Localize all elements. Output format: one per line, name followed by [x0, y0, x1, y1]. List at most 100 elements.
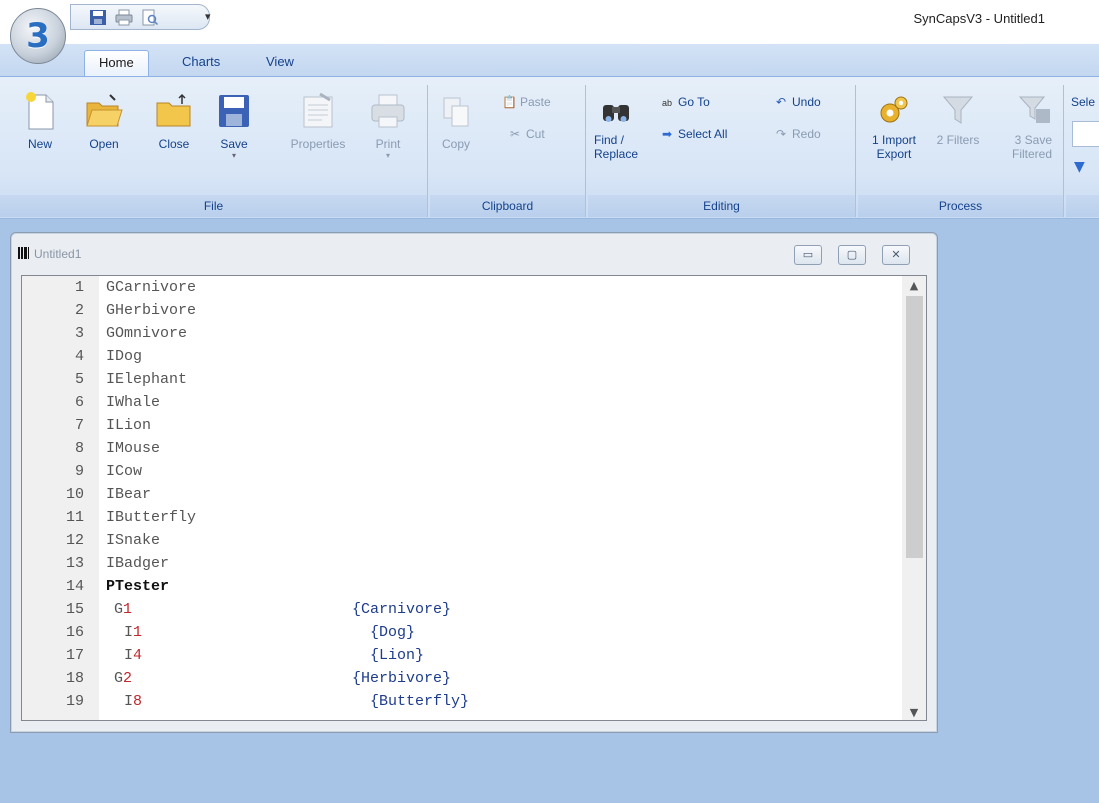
process-group-label: Process: [858, 195, 1063, 217]
vertical-scrollbar[interactable]: ▲ ▼: [902, 276, 926, 720]
editor-line: 9 ICow: [22, 460, 902, 483]
print-dropdown-arrow[interactable]: ▾: [362, 151, 414, 160]
select-label-partial: Sele: [1071, 95, 1096, 109]
line-text: PTester: [106, 578, 170, 595]
editor-line-partial: [22, 713, 902, 719]
export-label: Export: [876, 147, 912, 161]
copy-label: Copy: [441, 137, 470, 151]
reference-comment: {Dog}: [370, 624, 416, 641]
editor-line: 18 G2 {Herbivore}: [22, 667, 902, 690]
line-number: 19: [65, 693, 84, 710]
find-label: Find /: [594, 133, 625, 147]
line-text: IElephant: [106, 371, 188, 388]
editor-line: 19 I8 {Butterfly}: [22, 690, 902, 713]
import-label: 1 Import: [871, 133, 916, 147]
reference-prefix: I: [124, 647, 134, 664]
save-filtered-label-1: 3 Save: [1014, 133, 1052, 147]
editor-line: 6 IWhale: [22, 391, 902, 414]
filter-icon[interactable]: ▼: [1074, 159, 1085, 175]
reference-prefix: I: [124, 624, 134, 641]
print-label: Print: [375, 137, 401, 151]
line-number: 9: [74, 463, 84, 480]
tab-home[interactable]: Home: [84, 50, 149, 76]
close-label: Close: [158, 137, 190, 151]
reference-prefix: I: [124, 693, 134, 710]
line-number: 12: [65, 532, 84, 549]
ribbon: New Open Close Save ▾ Properties Print ▾…: [0, 76, 1099, 219]
undo-icon: ↶: [775, 95, 787, 109]
line-text: IMouse: [106, 440, 161, 457]
reference-comment: {Herbivore}: [352, 670, 452, 687]
redo-button[interactable]: ↷ Redo: [774, 127, 821, 141]
editor-line: 17 I4 {Lion}: [22, 644, 902, 667]
close-button[interactable]: Close: [146, 91, 202, 151]
document-title: Untitled1: [17, 246, 81, 261]
scroll-up-arrow[interactable]: ▲: [902, 279, 926, 292]
copy-button[interactable]: Copy: [436, 95, 476, 151]
reference-number: 4: [133, 647, 143, 664]
application-menu-button[interactable]: 3: [10, 8, 66, 64]
tab-charts[interactable]: Charts: [168, 50, 234, 76]
line-number: 2: [74, 302, 84, 319]
line-reference: I4: [124, 644, 142, 667]
code-editor[interactable]: 1 GCarnivore 2 GHerbivore 3 GOmnivore 4 IDog 5 IE…: [21, 275, 927, 721]
properties-button[interactable]: Properties: [276, 91, 360, 151]
line-reference: I8: [124, 690, 142, 713]
close-window-button[interactable]: ✕: [882, 245, 910, 265]
undo-button[interactable]: ↶ Undo: [774, 95, 821, 109]
ribbon-tab-bar: Home Charts View: [0, 44, 1099, 76]
cut-button[interactable]: ✂ Cut: [508, 127, 545, 141]
line-text: GOmnivore: [106, 325, 188, 342]
document-icon: [18, 247, 29, 259]
find-replace-button[interactable]: Find / Replace: [594, 95, 654, 161]
new-button[interactable]: New: [14, 91, 66, 151]
line-text: IBear: [106, 486, 152, 503]
scrollbar-thumb[interactable]: [906, 296, 923, 558]
minimize-button[interactable]: ▭: [794, 245, 822, 265]
line-number: 7: [74, 417, 84, 434]
line-number: 4: [74, 348, 84, 365]
editor-line: 11 IButterfly: [22, 506, 902, 529]
filters-label: 2 Filters: [936, 133, 980, 147]
reference-comment: {Butterfly}: [370, 693, 470, 710]
reference-prefix: G: [114, 670, 124, 687]
paste-label: Paste: [520, 95, 551, 109]
tab-view[interactable]: View: [252, 50, 308, 76]
maximize-button[interactable]: ▢: [838, 245, 866, 265]
line-text: IBadger: [106, 555, 170, 572]
editor-line: 12 ISnake: [22, 529, 902, 552]
redo-icon: ↷: [775, 127, 787, 141]
line-reference: I1: [124, 621, 142, 644]
cut-label: Cut: [526, 127, 545, 141]
paste-icon: 📋: [502, 95, 517, 109]
save-filtered-button[interactable]: 3 Save Filtered: [992, 93, 1052, 161]
reference-prefix: G: [114, 601, 124, 618]
open-label: Open: [89, 137, 119, 151]
window-title: SynCapsV3 - Untitled1: [913, 11, 1045, 26]
document-window: Untitled1 ▭ ▢ ✕ 1 GCarnivore 2 GHerbivore 3 G…: [10, 232, 938, 733]
filters-button[interactable]: 2 Filters: [928, 93, 988, 147]
file-group: New Open Close Save ▾ Properties Print ▾…: [0, 85, 428, 217]
line-text: GCarnivore: [106, 279, 197, 296]
save-dropdown-arrow[interactable]: ▾: [208, 151, 260, 160]
import-export-button[interactable]: 1 Import Export: [864, 93, 924, 161]
scroll-down-arrow[interactable]: ▼: [902, 706, 926, 719]
save-button[interactable]: Save ▾: [208, 91, 260, 160]
line-number: 15: [65, 601, 84, 618]
open-button[interactable]: Open: [76, 91, 132, 151]
file-group-label: File: [0, 195, 427, 217]
print-button[interactable]: Print ▾: [362, 91, 414, 160]
line-text: IButterfly: [106, 509, 197, 526]
goto-button[interactable]: ab Go To: [660, 95, 710, 109]
paste-button[interactable]: 📋 Paste: [502, 95, 551, 109]
line-number: 10: [65, 486, 84, 503]
line-number: 6: [74, 394, 84, 411]
reference-comment: {Carnivore}: [352, 601, 452, 618]
line-text: ILion: [106, 417, 152, 434]
select-input-partial[interactable]: [1072, 121, 1099, 147]
binoculars-icon: [603, 105, 629, 122]
line-text: ICow: [106, 463, 143, 480]
select-all-button[interactable]: ➡ Select All: [660, 127, 727, 141]
editor-line: 15 G1 {Carnivore}: [22, 598, 902, 621]
clipboard-group-label: Clipboard: [430, 195, 585, 217]
